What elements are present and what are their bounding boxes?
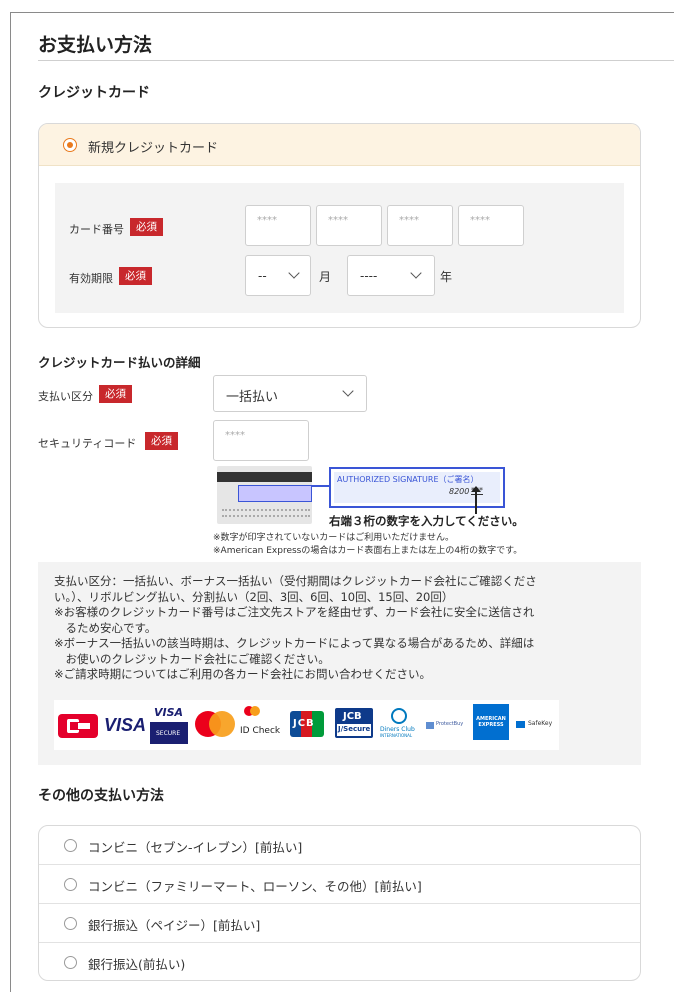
radio-button[interactable] [64, 878, 77, 891]
notice-line: るため安心です。 [54, 620, 157, 635]
payment-option-familymart-lawson[interactable]: コンビニ（ファミリーマート、ローソン、その他）[前払い] [39, 865, 640, 904]
card-number-input-2[interactable]: **** [316, 205, 382, 246]
card-form-body: カード番号 必須 **** **** **** **** 有効期限 必須 -- … [55, 183, 624, 313]
expiry-month-value: -- [258, 269, 267, 283]
visa-secure-logo: VISA SECURE [150, 706, 188, 744]
new-card-radio[interactable] [63, 138, 77, 152]
credit-card-heading: クレジットカード [38, 85, 150, 101]
radio-button[interactable] [64, 956, 77, 969]
safekey-logo: SafeKey [516, 719, 558, 731]
signature-label: AUTHORIZED SIGNATURE（ご署名） [337, 475, 479, 484]
chevron-down-icon [342, 385, 354, 397]
new-card-label: 新規クレジットカード [88, 141, 219, 156]
notice-line: い。）、リボルビング払い、分割払い（2回、3回、6回、10回、15回、20回） [54, 589, 454, 604]
card-number-required-badge: 必須 [130, 218, 163, 236]
mastercard-id-check-logo: ID Check [240, 706, 286, 744]
id-check-label: ID Check [240, 726, 281, 736]
month-suffix: 月 [319, 270, 332, 284]
other-methods-heading: その他の支払い方法 [38, 788, 164, 804]
security-code-required-badge: 必須 [145, 432, 178, 450]
title-divider [38, 60, 674, 61]
jcb-logo: JCB [290, 711, 324, 737]
expiry-label: 有効期限 [69, 272, 113, 285]
year-suffix: 年 [440, 270, 453, 284]
card-details-heading: クレジットカード払いの詳細 [38, 355, 201, 370]
payment-option-label: 銀行振込（ペイジー）[前払い] [88, 918, 261, 933]
card-back-illustration [217, 466, 312, 524]
payment-option-label: 銀行振込(前払い) [88, 957, 186, 972]
security-instruction: 右端３桁の数字を入力してください。 [329, 514, 524, 528]
mastercard-logo [195, 711, 235, 737]
pointer-arrow [475, 490, 477, 514]
rakuten-pay-logo [58, 714, 98, 738]
diners-text: Diners Club [380, 726, 415, 733]
security-note-1: ※数字が印字されていないカードはご利用いただけません。 [213, 533, 455, 543]
payment-option-seven-eleven[interactable]: コンビニ（セブン-イレブン）[前払い] [39, 826, 640, 865]
notice-line: ※お客様のクレジットカード番号はご注文先ストアを経由せず、カード会社に安全に送信… [54, 605, 535, 619]
other-methods-list: コンビニ（セブン-イレブン）[前払い] コンビニ（ファミリーマート、ローソン、そ… [38, 825, 641, 981]
page-title: お支払い方法 [38, 34, 153, 56]
payment-option-label: コンビニ（ファミリーマート、ローソン、その他）[前払い] [88, 879, 422, 894]
jcb-text: JCB [293, 718, 315, 729]
protectbuy-logo: ProtectBuy [426, 720, 466, 732]
new-card-option[interactable]: 新規クレジットカード [39, 124, 640, 166]
payment-type-value: 一括払い [226, 390, 279, 405]
notice-line: お使いのクレジットカード会社にご確認ください。 [54, 651, 330, 666]
diners-sub: INTERNATIONAL [380, 733, 413, 738]
payment-type-required-badge: 必須 [99, 385, 132, 403]
signature-connector [312, 485, 329, 487]
payment-notice-text: 支払い区分：一括払い、ボーナス一括払い（受付期間はクレジットカード会社にご確認く… [54, 574, 629, 683]
card-number-input-3[interactable]: **** [387, 205, 453, 246]
safekey-text: SafeKey [528, 720, 553, 727]
notice-line: 支払い区分：一括払い、ボーナス一括払い（受付期間はクレジットカード会社にご確認く… [54, 574, 537, 588]
payment-type-select[interactable]: 一括払い [213, 375, 367, 412]
pointer-arrowhead [471, 486, 481, 492]
card-brand-logos: VISA VISA SECURE ID Check JCB JCB J/Secu… [54, 700, 559, 750]
security-code-input[interactable]: **** [213, 420, 309, 461]
card-number-input-4[interactable]: **** [458, 205, 524, 246]
visa-secure-sub: SECURE [156, 730, 181, 737]
amex-text: AMERICAN EXPRESS [476, 716, 506, 728]
credit-card-panel: 新規クレジットカード カード番号 必須 **** **** **** **** … [38, 123, 641, 328]
visa-secure-word: VISA [154, 706, 184, 719]
payment-option-payeasy[interactable]: 銀行振込（ペイジー）[前払い] [39, 904, 640, 943]
jcb-jsecure-logo: JCB J/Secure [335, 708, 373, 738]
diners-club-logo: Diners Club INTERNATIONAL [380, 708, 418, 740]
protectbuy-text: ProtectBuy [436, 721, 464, 727]
jsecure-sub-text: J/Secure [338, 725, 371, 733]
signature-number: 8200 [449, 487, 470, 496]
payment-type-label: 支払い区分 [38, 390, 93, 403]
security-note-2: ※American Expressの場合はカード表面右上または左上の4桁の数字で… [213, 546, 523, 556]
payment-option-bank-transfer[interactable]: 銀行振込(前払い) [39, 943, 640, 980]
card-number-label: カード番号 [69, 223, 124, 236]
card-number-input-1[interactable]: **** [245, 205, 311, 246]
expiry-year-select[interactable]: ---- [347, 255, 435, 296]
radio-button[interactable] [64, 917, 77, 930]
jsecure-jcb-text: JCB [343, 711, 362, 722]
payment-option-label: コンビニ（セブン-イレブン）[前払い] [88, 840, 303, 855]
payment-notice-box: 支払い区分：一括払い、ボーナス一括払い（受付期間はクレジットカード会社にご確認く… [38, 562, 641, 765]
radio-button[interactable] [64, 839, 77, 852]
security-code-label: セキュリティコード [38, 437, 137, 450]
expiry-required-badge: 必須 [119, 267, 152, 285]
chevron-down-icon [288, 267, 300, 279]
chevron-down-icon [410, 267, 422, 279]
notice-line: ※ご請求時期についてはご利用の各カード会社にお問い合わせください。 [54, 667, 432, 681]
expiry-year-value: ---- [360, 269, 378, 283]
notice-line: ※ボーナス一括払いの該当時期は、クレジットカードによって異なる場合があるため、詳… [54, 636, 535, 650]
visa-logo: VISA [104, 715, 147, 735]
amex-logo: AMERICAN EXPRESS [473, 704, 509, 740]
expiry-month-select[interactable]: -- [245, 255, 311, 296]
